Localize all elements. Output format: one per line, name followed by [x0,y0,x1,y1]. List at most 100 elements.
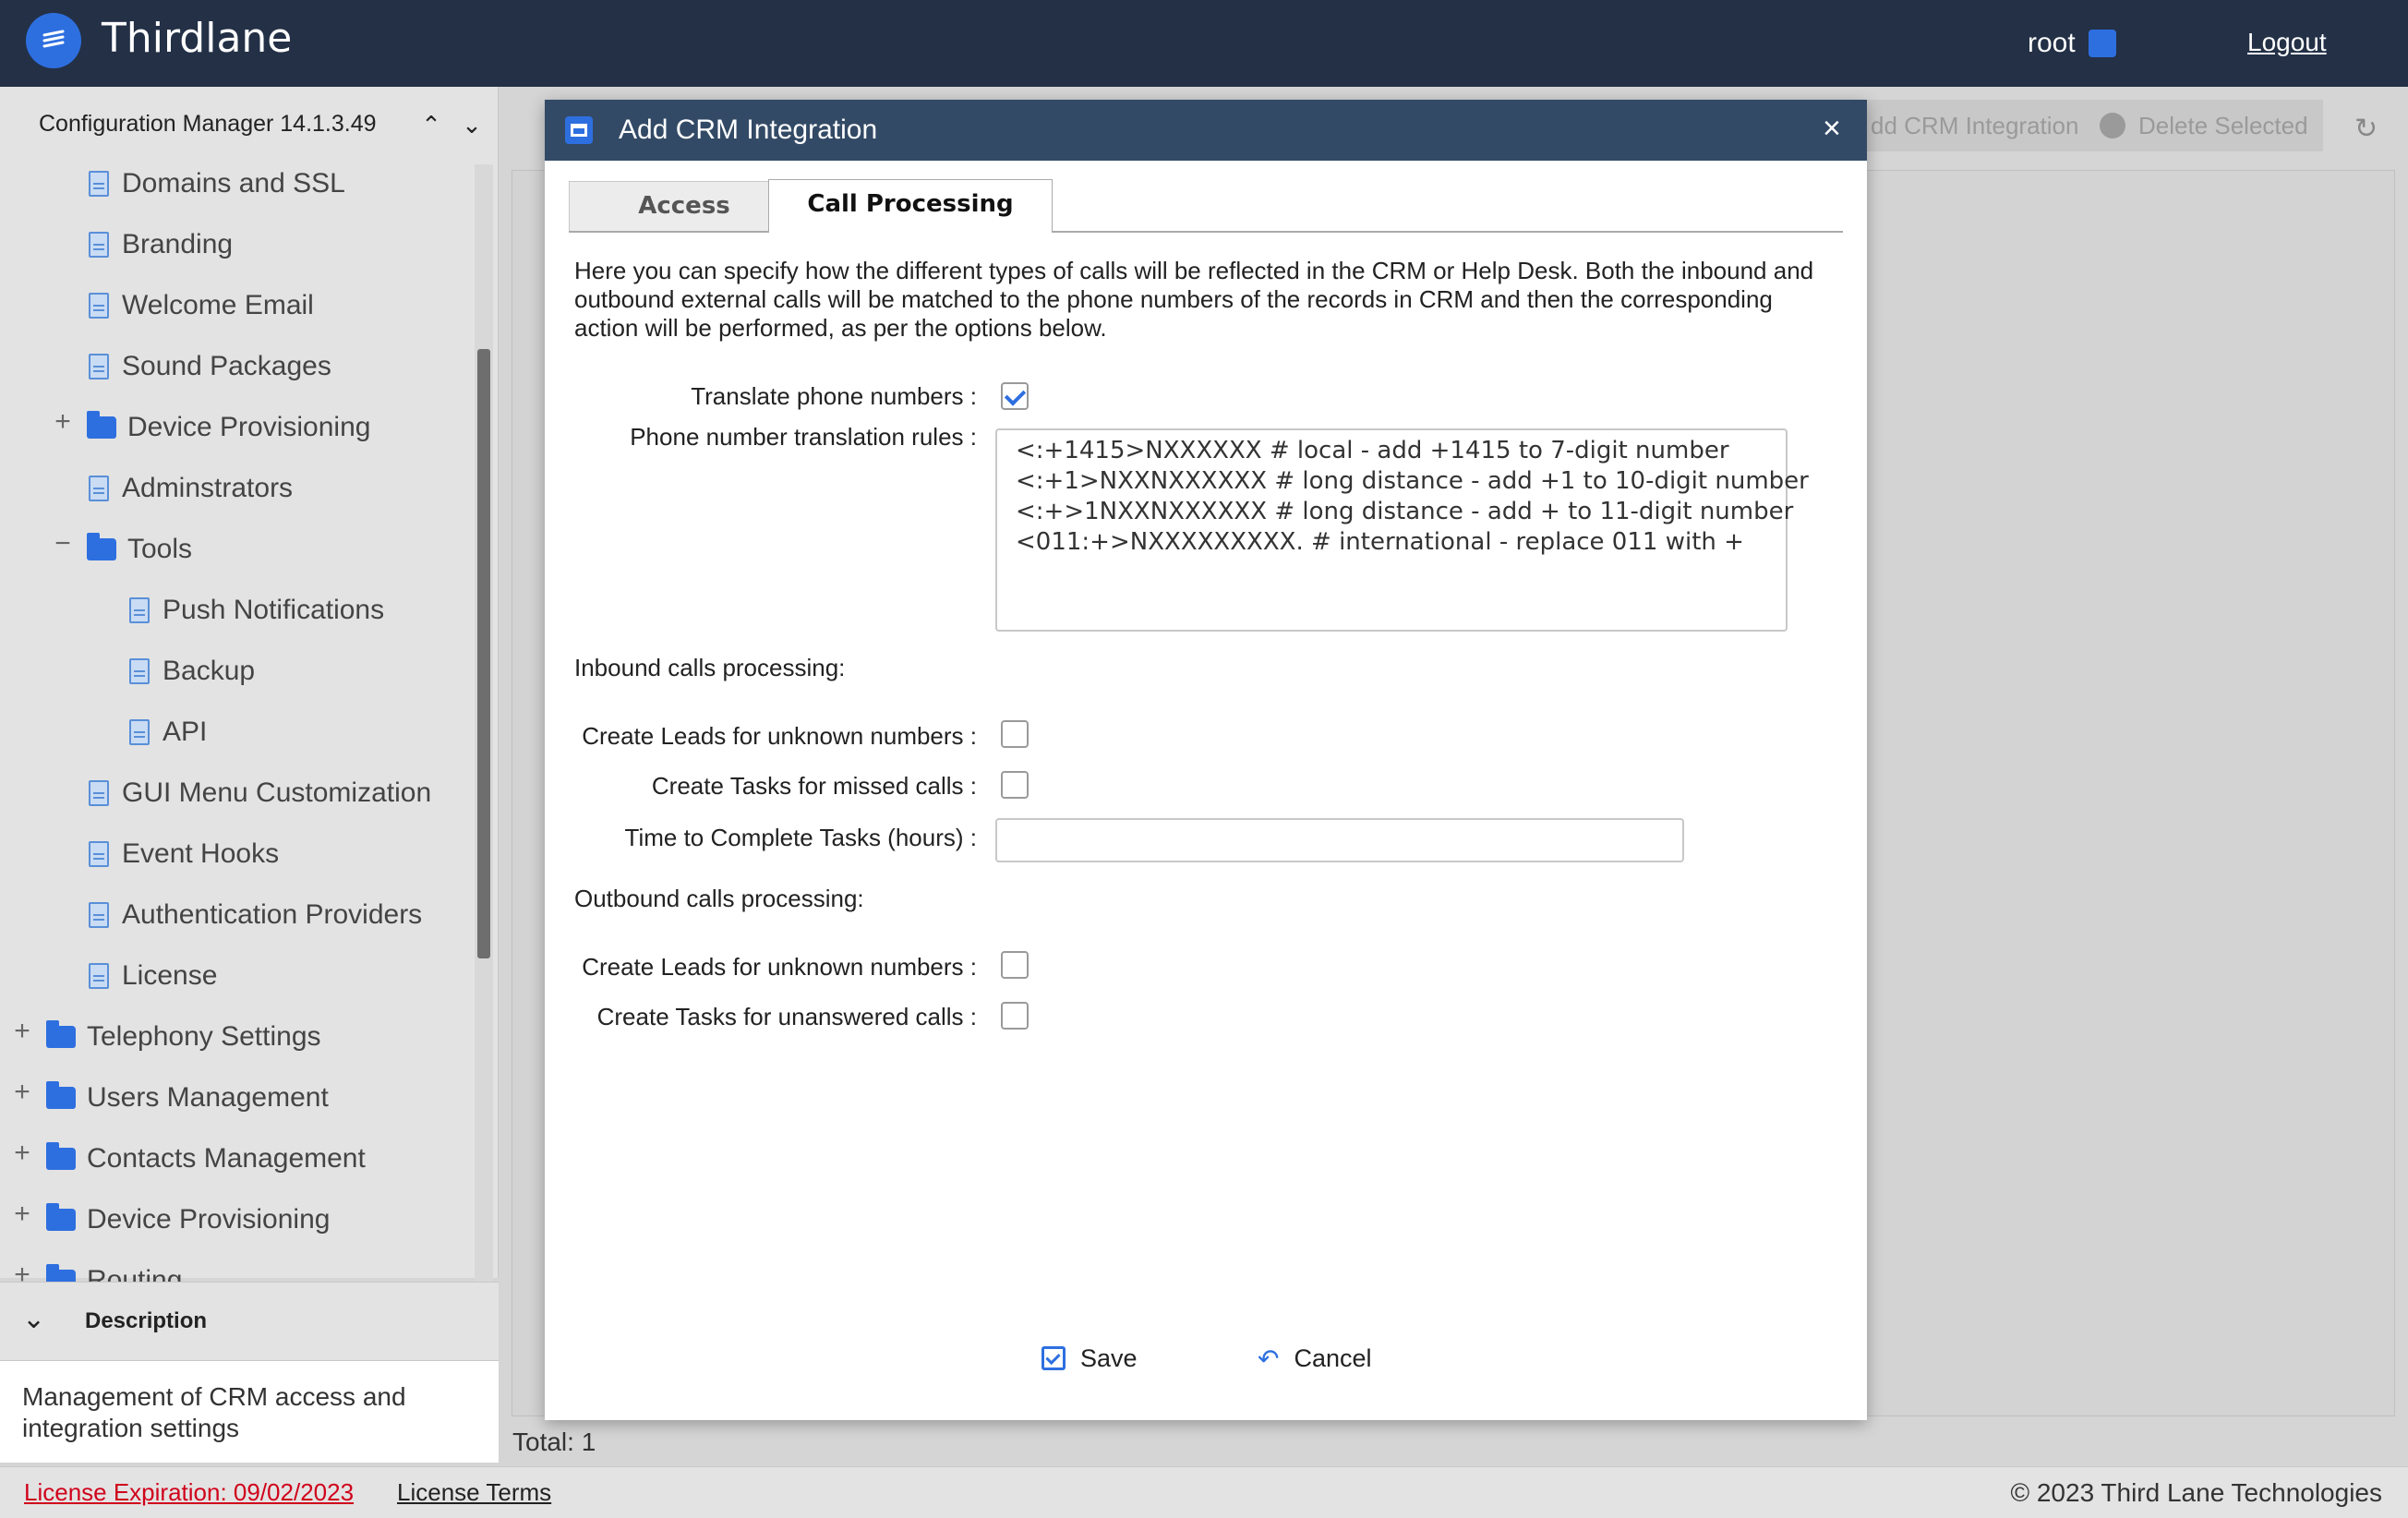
inbound-section-title: Inbound calls processing: [574,654,846,681]
tab-access[interactable]: Access [569,181,800,231]
tree-item-api[interactable]: API [129,709,207,755]
collapse-all-icon[interactable]: ⌃ [417,111,445,139]
tree-item-contacts-management[interactable]: Contacts Management [46,1136,366,1182]
document-icon [89,963,109,989]
document-icon [89,841,109,867]
tree-item-label: Domains and SSL [122,168,345,199]
outbound-tasks-label: Create Tasks for unanswered calls : [596,1003,977,1030]
close-icon[interactable]: × [1823,111,1841,147]
tree-item-users-management[interactable]: Users Management [46,1075,329,1121]
tree-item-routing[interactable]: Routing [46,1258,182,1282]
tab-divider [569,231,1843,233]
tree-item-gui-menu-customization[interactable]: GUI Menu Customization [89,770,431,816]
tree-item-label: GUI Menu Customization [122,777,432,808]
tree-item-device-provisioning-2[interactable]: Device Provisioning [46,1197,330,1243]
config-manager-header: Configuration Manager 14.1.3.49 ⌃ ⌄ [0,87,499,164]
tree-item-label: Users Management [87,1082,329,1113]
expand-icon[interactable]: + [52,406,74,438]
translation-rules-textarea[interactable]: <:+1415>NXXXXXX # local - add +1415 to 7… [995,428,1809,632]
cancel-label: Cancel [1294,1343,1372,1372]
tree-item-administrators[interactable]: Adminstrators [89,465,293,512]
tree-item-label: Contacts Management [87,1143,366,1174]
window-icon [565,116,593,144]
outbound-section-title: Outbound calls processing: [574,885,864,912]
folder-icon [46,1020,76,1048]
document-icon [129,597,150,623]
tree-item-label: Backup [163,656,256,686]
tree-item-sound-packages[interactable]: Sound Packages [89,343,331,390]
total-count: Total: 1 [512,1428,596,1456]
tree-item-label: Event Hooks [122,838,280,869]
dialog-header[interactable]: Add CRM Integration × [545,100,1867,161]
user-settings-icon[interactable] [2089,30,2116,57]
add-crm-integration-button[interactable]: dd CRM Integration [1856,100,2094,151]
logout-link[interactable]: Logout [2247,28,2327,57]
expand-icon[interactable]: + [11,1016,33,1047]
document-icon [89,902,109,928]
description-title: Description [85,1308,208,1333]
folder-icon [87,533,116,560]
save-button[interactable]: Save [1041,1337,1138,1379]
sidebar-scrollbar-thumb[interactable] [477,349,490,958]
expand-icon[interactable]: + [11,1077,33,1108]
outbound-tasks-checkbox[interactable] [1001,1002,1029,1030]
tree-item-authentication-providers[interactable]: Authentication Providers [89,892,422,938]
expand-icon[interactable]: + [11,1138,33,1169]
refresh-icon[interactable]: ↻ [2354,113,2378,145]
time-to-complete-label: Time to Complete Tasks (hours) : [624,824,977,851]
document-icon [89,476,109,501]
document-icon [89,232,109,258]
chevron-down-icon[interactable]: ⌄ [22,1303,45,1335]
time-to-complete-input[interactable] [995,818,1684,862]
undo-icon: ↶ [1258,1343,1280,1373]
cancel-button[interactable]: ↶ Cancel [1258,1337,1372,1379]
tree-item-label: Push Notifications [163,595,385,625]
thirdlane-logo-icon [26,13,81,68]
expand-icon[interactable]: + [11,1259,33,1282]
inbound-tasks-label: Create Tasks for missed calls : [651,772,977,800]
save-icon [1041,1346,1066,1370]
collapse-icon[interactable]: − [52,528,74,560]
license-expiration-link[interactable]: License Expiration: 09/02/2023 [24,1478,354,1507]
folder-icon [46,1081,76,1109]
tree-item-tools[interactable]: Tools [87,526,192,572]
translation-rules-label: Phone number translation rules : [630,423,977,451]
expand-icon[interactable]: + [11,1199,33,1230]
save-label: Save [1080,1343,1138,1372]
document-icon [89,780,109,806]
footer: License Expiration: 09/02/2023 License T… [0,1466,2408,1518]
tab-call-processing[interactable]: Call Processing [768,179,1053,233]
document-icon [89,354,109,380]
outbound-leads-label: Create Leads for unknown numbers : [582,953,977,981]
tree-item-telephony-settings[interactable]: Telephony Settings [46,1014,321,1060]
folder-icon [87,411,116,439]
config-manager-title: Configuration Manager 14.1.3.49 [39,111,377,137]
tree-item-backup[interactable]: Backup [129,648,255,694]
description-header[interactable]: ⌄ Description [0,1282,499,1361]
tree-item-branding[interactable]: Branding [89,222,233,268]
expand-all-icon[interactable]: ⌄ [458,111,486,139]
dialog-title: Add CRM Integration [619,114,878,145]
user-name[interactable]: root [2028,28,2076,59]
tree-item-label: Authentication Providers [122,899,423,930]
inbound-leads-checkbox[interactable] [1001,720,1029,748]
tree-item-event-hooks[interactable]: Event Hooks [89,831,279,877]
inbound-tasks-checkbox[interactable] [1001,771,1029,799]
tree-item-label: Adminstrators [122,473,294,503]
tree-item-device-provisioning[interactable]: Device Provisioning [87,404,370,451]
tree-item-welcome-email[interactable]: Welcome Email [89,283,314,329]
document-icon [89,293,109,319]
minus-circle-icon [2100,113,2125,139]
tree-item-push-notifications[interactable]: Push Notifications [129,587,384,633]
inbound-leads-label: Create Leads for unknown numbers : [582,722,977,750]
outbound-leads-checkbox[interactable] [1001,951,1029,979]
license-terms-link[interactable]: License Terms [397,1478,551,1507]
rule-line: <:+1>NXXNXXXXXX # long distance - add +1… [1016,467,1809,495]
tree-item-label: API [163,717,208,747]
tree-item-label: Routing [87,1265,183,1282]
document-icon [89,171,109,197]
translate-phone-numbers-checkbox[interactable] [1001,382,1029,410]
tree-item-label: License [122,960,218,991]
tree-item-license[interactable]: License [89,953,217,999]
tree-item-domains-ssl[interactable]: Domains and SSL [89,164,345,207]
